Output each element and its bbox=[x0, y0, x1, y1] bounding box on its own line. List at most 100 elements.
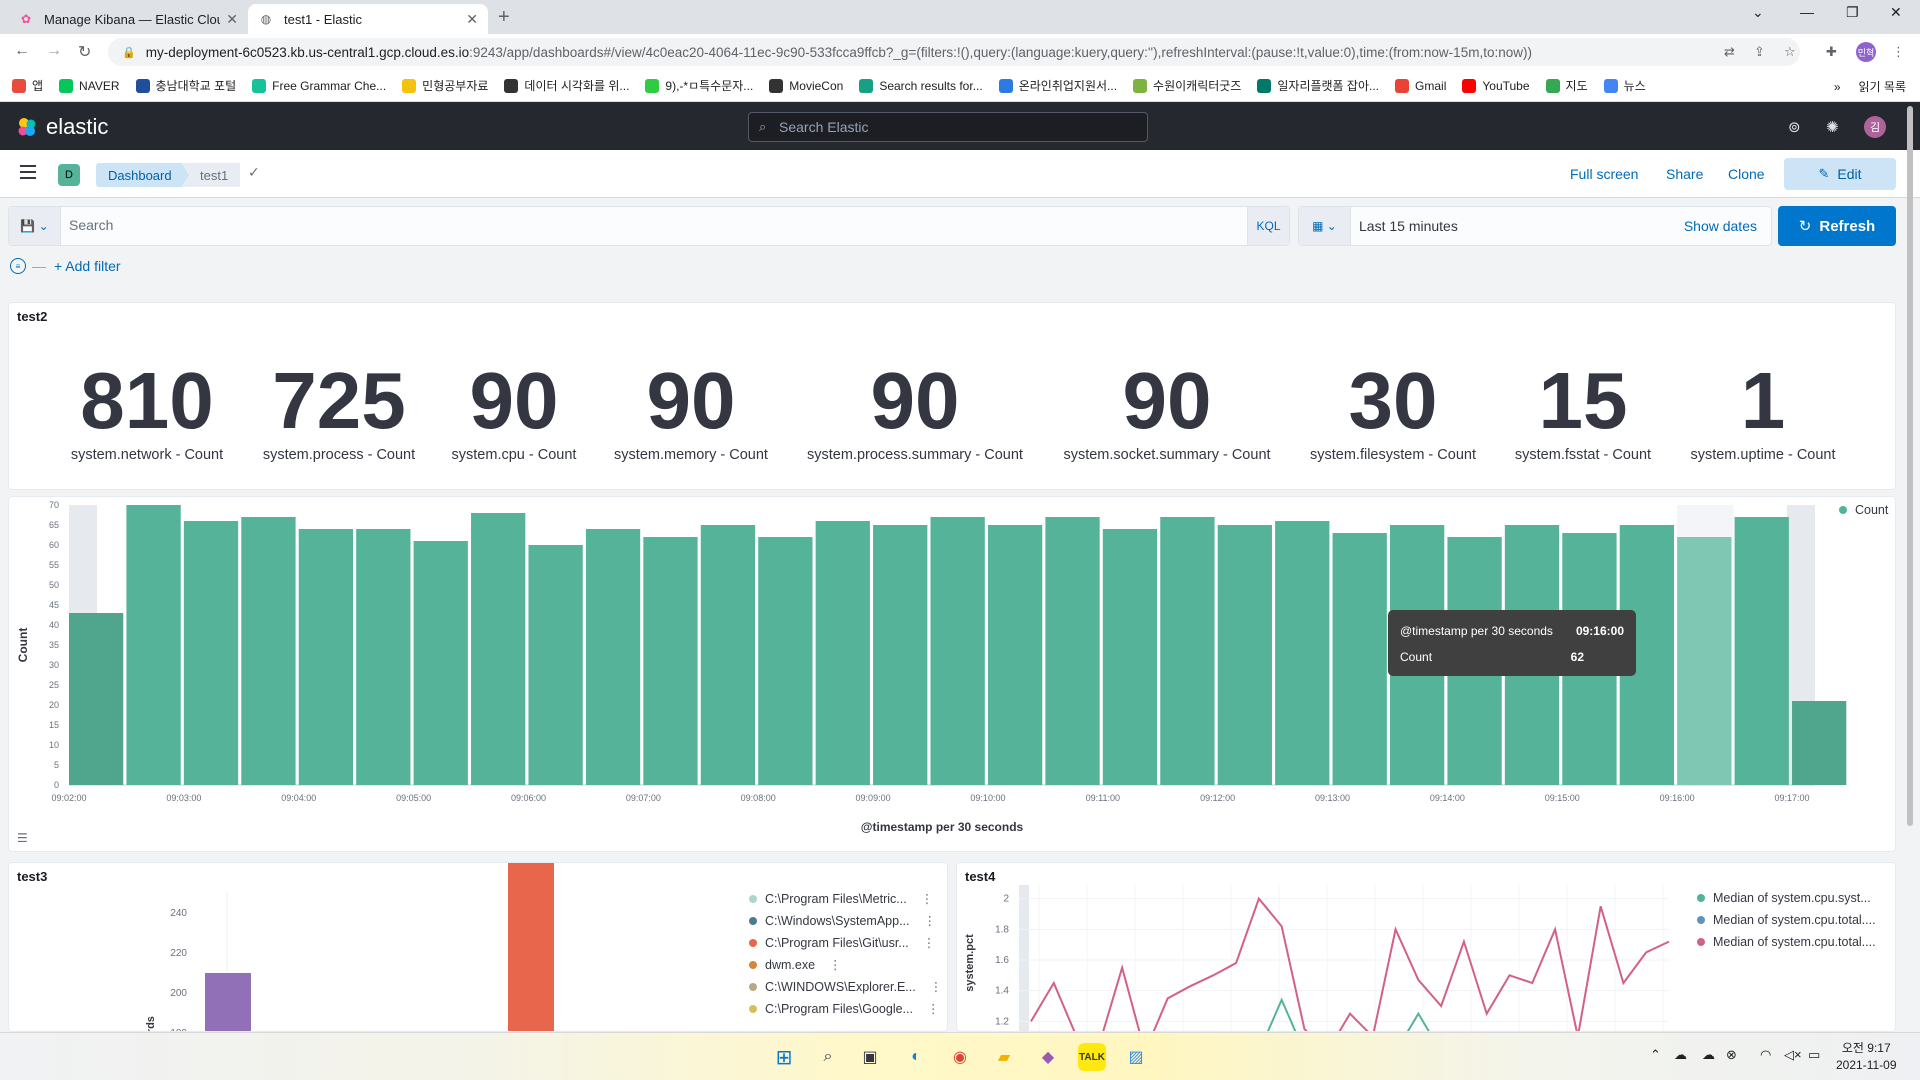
stacked-bar-segment[interactable] bbox=[508, 863, 554, 1032]
taskbar-search-icon[interactable]: ⌕ bbox=[814, 1043, 842, 1071]
legend-item[interactable]: C:\Windows\SystemApp... ⋮ bbox=[749, 913, 936, 928]
back-icon[interactable]: ← bbox=[14, 42, 30, 60]
legend-item[interactable]: C:\Program Files\Metric... ⋮ bbox=[749, 891, 933, 906]
refresh-button[interactable]: ↻ Refresh bbox=[1778, 206, 1896, 246]
close-window-icon[interactable]: ✕ bbox=[1890, 4, 1902, 21]
histogram-bar[interactable] bbox=[528, 545, 583, 785]
url-bar[interactable]: 🔒 my-deployment-6c0523.kb.us-central1.gc… bbox=[108, 38, 1800, 66]
user-avatar[interactable]: 김 bbox=[1864, 116, 1886, 138]
bookmark-item[interactable]: 뉴스 bbox=[1603, 77, 1646, 94]
line-series[interactable] bbox=[1030, 896, 1670, 1032]
histogram-bar[interactable] bbox=[873, 525, 928, 785]
more-bookmarks-icon[interactable]: » bbox=[1834, 80, 1841, 94]
legend-actions-icon[interactable]: ⋮ bbox=[921, 891, 934, 906]
bookmark-item[interactable]: 앱 bbox=[12, 77, 43, 94]
legend-toggle-icon[interactable]: ☰ bbox=[17, 831, 28, 845]
battery-icon[interactable]: ▭ bbox=[1808, 1047, 1820, 1063]
legend-item[interactable]: Median of system.cpu.total.... bbox=[1697, 913, 1876, 927]
kql-toggle[interactable]: KQL bbox=[1247, 207, 1289, 245]
histogram-bar[interactable] bbox=[700, 525, 756, 785]
legend-actions-icon[interactable]: ⋮ bbox=[930, 979, 943, 994]
edge-icon[interactable]: ◐ bbox=[902, 1043, 930, 1071]
breadcrumb-dashboard[interactable]: Dashboard bbox=[96, 163, 190, 187]
bookmark-item[interactable]: 9),-*ㅁ특수문자... bbox=[645, 77, 753, 94]
kakaotalk-icon[interactable]: TALK bbox=[1078, 1043, 1106, 1071]
legend-actions-icon[interactable]: ⋮ bbox=[829, 957, 842, 972]
reading-list-button[interactable]: 읽기 목록 bbox=[1859, 80, 1907, 94]
elastic-search-input[interactable]: ⌕ Search Elastic bbox=[748, 112, 1148, 142]
bookmark-item[interactable]: 일자리플랫폼 잡아... bbox=[1257, 77, 1379, 94]
close-tab-icon[interactable]: ✕ bbox=[226, 11, 238, 28]
histogram-bar[interactable] bbox=[298, 529, 354, 785]
browser-menu-icon[interactable]: ⋮ bbox=[1892, 44, 1905, 60]
scrollbar-thumb[interactable] bbox=[1907, 106, 1913, 826]
bookmark-item[interactable]: 충남대학교 포털 bbox=[135, 77, 236, 94]
bookmark-item[interactable]: 민형공부자료 bbox=[402, 77, 488, 94]
saved-query-button[interactable]: 💾 ⌄ bbox=[9, 207, 61, 245]
histogram-bar[interactable] bbox=[1792, 701, 1847, 785]
onedrive-icon[interactable]: ☁ bbox=[1674, 1047, 1687, 1063]
bookmark-item[interactable]: NAVER bbox=[59, 78, 120, 93]
stacked-bar-segment[interactable] bbox=[205, 973, 251, 1032]
histogram-bar[interactable] bbox=[183, 521, 239, 785]
translate-icon[interactable]: ⇄ bbox=[1724, 44, 1735, 60]
browser-profile-avatar[interactable]: 민혁 bbox=[1856, 42, 1876, 62]
bookmark-item[interactable]: 수원이캐릭터굿즈 bbox=[1133, 77, 1241, 94]
extensions-icon[interactable]: ✚ bbox=[1826, 44, 1837, 60]
bookmark-item[interactable]: YouTube bbox=[1462, 78, 1530, 93]
metric-item[interactable]: 90 system.memory - Count bbox=[571, 359, 811, 464]
new-tab-icon[interactable]: + bbox=[498, 6, 510, 29]
bookmark-item[interactable]: 온라인취업지원서... bbox=[998, 77, 1117, 94]
histogram-bar[interactable] bbox=[126, 505, 181, 785]
tray-chevron-icon[interactable]: ⌃ bbox=[1650, 1047, 1661, 1063]
bookmark-item[interactable]: 데이터 시각화를 위... bbox=[504, 77, 629, 94]
windows-start-icon[interactable]: ⊞ bbox=[770, 1043, 798, 1071]
restore-icon[interactable]: ❐ bbox=[1846, 4, 1859, 21]
calendar-icon[interactable]: ▦ ⌄ bbox=[1299, 207, 1351, 245]
histogram-bar[interactable] bbox=[758, 537, 813, 785]
task-view-icon[interactable]: ▣ bbox=[856, 1043, 884, 1071]
notification-x-icon[interactable]: ⊗ bbox=[1726, 1047, 1737, 1063]
histogram-bar[interactable] bbox=[1332, 533, 1387, 785]
legend-actions-icon[interactable]: ⋮ bbox=[927, 1001, 940, 1016]
bookmark-star-icon[interactable]: ☆ bbox=[1784, 44, 1796, 60]
legend-actions-icon[interactable]: ⋮ bbox=[923, 935, 936, 950]
close-tab-icon[interactable]: ✕ bbox=[466, 11, 478, 28]
legend-actions-icon[interactable]: ⋮ bbox=[924, 913, 937, 928]
app-icon[interactable]: ◆ bbox=[1034, 1043, 1062, 1071]
histogram-bar[interactable] bbox=[1160, 517, 1215, 785]
file-explorer-icon[interactable]: ▰ bbox=[990, 1043, 1018, 1071]
histogram-bar[interactable] bbox=[69, 613, 124, 785]
legend-item[interactable]: C:\Program Files\Google... ⋮ bbox=[749, 1001, 939, 1016]
legend-item[interactable]: Median of system.cpu.syst... bbox=[1697, 891, 1871, 905]
histogram-bar[interactable] bbox=[930, 517, 985, 785]
share-button[interactable]: Share bbox=[1666, 166, 1703, 182]
histogram-bar[interactable] bbox=[643, 537, 698, 785]
browser-tab-manage-kibana[interactable]: ✿ Manage Kibana — Elastic Cloud ✕ bbox=[8, 4, 248, 34]
histogram-bar[interactable] bbox=[1102, 529, 1158, 785]
bookmark-item[interactable]: MovieCon bbox=[769, 78, 843, 93]
share-page-icon[interactable]: ⇪ bbox=[1754, 44, 1765, 60]
histogram-bar[interactable] bbox=[987, 525, 1043, 785]
histogram-bar[interactable] bbox=[1045, 517, 1100, 785]
taskbar-clock[interactable]: 오전 9:17 2021-11-09 bbox=[1836, 1040, 1897, 1074]
browser-tab-test1[interactable]: ◍ test1 - Elastic ✕ bbox=[248, 4, 488, 34]
bookmark-item[interactable]: Search results for... bbox=[859, 78, 983, 93]
histogram-bar[interactable] bbox=[815, 521, 870, 785]
metric-item[interactable]: 90 system.socket.summary - Count bbox=[1047, 359, 1287, 464]
bookmark-item[interactable]: Gmail bbox=[1395, 78, 1446, 93]
histogram-bar[interactable] bbox=[471, 513, 526, 785]
forward-icon[interactable]: → bbox=[46, 42, 62, 60]
legend-item[interactable]: C:\Program Files\Git\usr... ⋮ bbox=[749, 935, 935, 950]
histogram-bar[interactable] bbox=[1734, 517, 1789, 785]
news-feed-icon[interactable]: ✺ bbox=[1826, 118, 1839, 136]
chrome-icon[interactable]: ◉ bbox=[946, 1043, 974, 1071]
histogram-bar[interactable] bbox=[1275, 521, 1330, 785]
edit-button[interactable]: ✎ Edit bbox=[1784, 158, 1896, 190]
histogram-bar[interactable] bbox=[1677, 537, 1732, 785]
histogram-bar[interactable] bbox=[356, 529, 411, 785]
volume-icon[interactable]: ◁× bbox=[1784, 1047, 1802, 1063]
cloud-sync-icon[interactable]: ☁ bbox=[1702, 1047, 1715, 1063]
histogram-bar[interactable] bbox=[413, 541, 468, 785]
add-filter-link[interactable]: + Add filter bbox=[54, 258, 121, 274]
